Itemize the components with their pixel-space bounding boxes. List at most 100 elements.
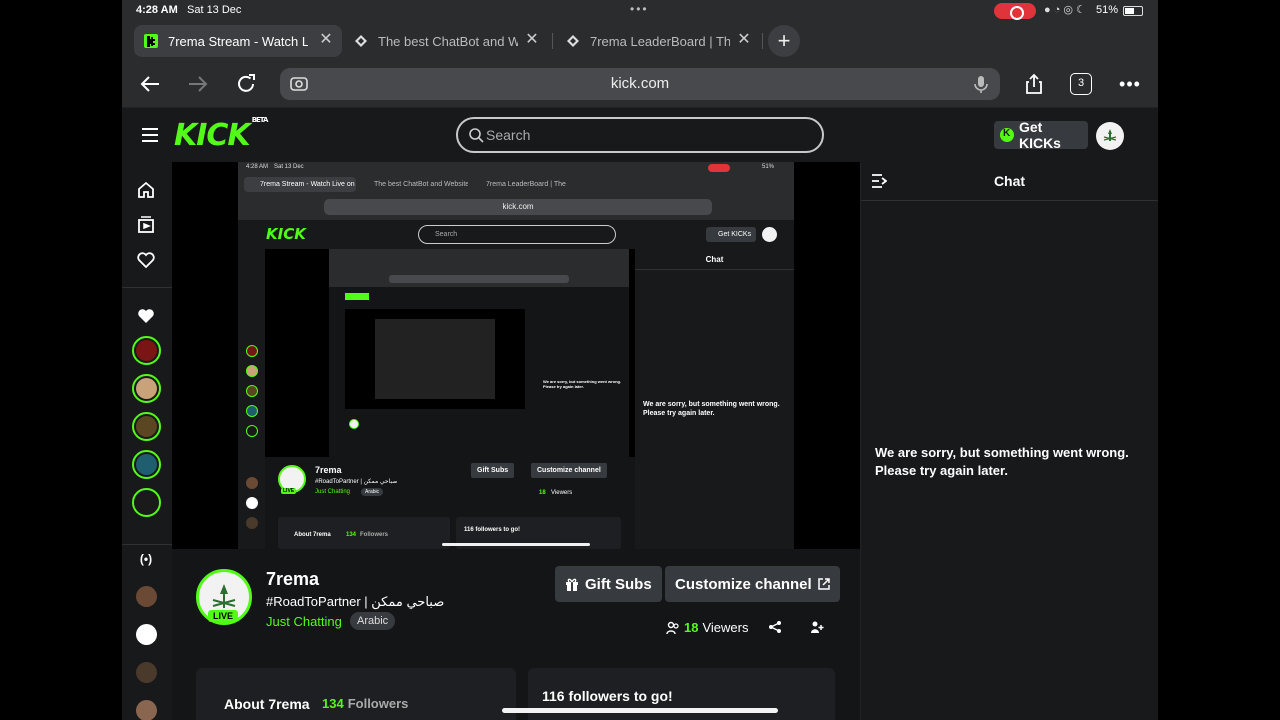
- tab-7rema-stream[interactable]: 7rema Stream - Watch Live on Kick ✕: [134, 25, 342, 57]
- gift-subs-label: Gift Subs: [585, 575, 652, 593]
- video-nested-frame: We are sorry, but something went wrong. …: [329, 249, 629, 457]
- close-tab-icon[interactable]: ✕: [318, 32, 334, 48]
- tab-divider: [552, 33, 553, 49]
- followed-channel-avatar[interactable]: [132, 450, 161, 479]
- nested-chat-error: We are sorry, but something went wrong. …: [543, 379, 622, 389]
- botrix-favicon-icon: [354, 34, 368, 48]
- chat-panel: Chat We are sorry, but something went wr…: [860, 162, 1158, 720]
- video-gift-subs: Gift Subs: [471, 463, 515, 478]
- multitask-dots-icon[interactable]: •••: [630, 2, 649, 16]
- customize-channel-button[interactable]: Customize channel: [665, 566, 840, 602]
- tab-chatbot[interactable]: The best ChatBot and Website ✕: [344, 25, 548, 57]
- recommended-channel-avatar[interactable]: [132, 658, 161, 687]
- search-input[interactable]: Search: [456, 117, 824, 153]
- chat-error-message: We are sorry, but something went wrong. …: [875, 445, 1129, 478]
- share-channel-icon[interactable]: [768, 620, 782, 634]
- video-channel-avatar: [246, 345, 258, 357]
- video-status-bar: 4:28 AM Sat 13 Dec 51%: [238, 162, 794, 174]
- get-kicks-button[interactable]: Get KICKs: [994, 119, 1088, 151]
- kicks-coin-icon: [1000, 128, 1014, 142]
- stream-tag[interactable]: Arabic: [350, 612, 396, 630]
- nested-url-bar: [389, 275, 569, 283]
- video-avatar: [762, 227, 777, 242]
- video-tag: Arabic: [361, 488, 384, 496]
- video-toolbar: kick.com: [238, 194, 794, 220]
- tab-title: 7rema LeaderBoard | The: [590, 33, 730, 49]
- recommended-channel-avatar[interactable]: [132, 620, 161, 649]
- video-goal-text: 116 followers to go!: [464, 527, 521, 533]
- battery-percent: 51%: [1096, 4, 1119, 16]
- stream-video-frame: 4:28 AM Sat 13 Dec 51% 7rema Stream - Wa…: [238, 162, 794, 549]
- about-card: About 7rema 134 Followers: [196, 668, 516, 720]
- reload-icon[interactable]: [232, 70, 260, 98]
- forward-icon[interactable]: [184, 70, 212, 98]
- chat-title: Chat: [993, 173, 1026, 189]
- site-header: KICKBETA Search Get KICKs: [122, 108, 1158, 162]
- screen-record-icon[interactable]: [994, 3, 1036, 20]
- recommended-channel-avatar[interactable]: [132, 696, 161, 720]
- video-player[interactable]: 4:28 AM Sat 13 Dec 51% 7rema Stream - Wa…: [172, 162, 860, 549]
- nested-recursive-frame: [375, 319, 495, 399]
- tab-divider: [762, 33, 763, 49]
- video-customize: Customize channel: [531, 463, 607, 478]
- video-kick-logo: KICK: [266, 225, 306, 243]
- video-record-icon: [708, 164, 730, 172]
- channel-name[interactable]: 7rema: [266, 569, 319, 590]
- viewers-label: Viewers: [702, 620, 749, 635]
- video-nested-player: We are sorry, but something went wrong. …: [265, 249, 635, 457]
- video-chat-error: We are sorry, but something went wrong. …: [643, 401, 780, 417]
- video-channel-avatar: [246, 477, 258, 489]
- tab-leaderboard[interactable]: 7rema LeaderBoard | The ✕: [556, 25, 760, 57]
- following-heart-icon: [136, 306, 156, 326]
- video-home-indicator: [442, 543, 590, 546]
- close-tab-icon[interactable]: ✕: [736, 32, 752, 48]
- video-tab-bar: 7rema Stream - Watch Live on Kick The be…: [238, 174, 794, 194]
- close-tab-icon[interactable]: ✕: [524, 32, 540, 48]
- viewer-count: 18 Viewers: [666, 620, 748, 635]
- video-category: Just Chatting: [315, 489, 351, 495]
- menu-icon[interactable]: [142, 128, 158, 142]
- video-stream-title: #RoadToPartner | صباحي ممكن: [315, 479, 398, 485]
- following-icon[interactable]: [136, 250, 156, 270]
- about-label: About 7rema: [224, 696, 310, 712]
- get-kicks-label: Get KICKs: [1018, 119, 1061, 151]
- microphone-icon[interactable]: [970, 73, 992, 95]
- gift-subs-button[interactable]: Gift Subs: [555, 566, 662, 602]
- more-menu-icon[interactable]: •••: [1116, 70, 1144, 98]
- back-icon[interactable]: [136, 70, 164, 98]
- tab-switcher-button[interactable]: 3: [1070, 73, 1092, 95]
- nested-avatar: [349, 419, 359, 429]
- status-time: 4:28 AM: [136, 4, 178, 16]
- followed-channel-avatar[interactable]: [132, 336, 161, 365]
- viewers-number: 18: [684, 620, 699, 635]
- video-tab: 7rema LeaderBoard | The: [486, 181, 566, 188]
- home-icon[interactable]: [136, 180, 156, 200]
- video-channel-avatar: [246, 385, 258, 397]
- home-indicator[interactable]: [502, 708, 778, 713]
- share-icon[interactable]: [1020, 70, 1048, 98]
- address-bar[interactable]: kick.com: [280, 68, 1000, 100]
- recommended-channel-avatar[interactable]: [132, 582, 161, 611]
- stream-category-link[interactable]: Just Chatting: [266, 614, 342, 629]
- external-link-icon: [817, 578, 830, 590]
- video-status-time: 4:28 AM: [246, 164, 269, 170]
- system-status-icons: ● ◔ ◎ ☾: [1044, 4, 1086, 16]
- live-broadcast-icon: (•): [139, 552, 153, 566]
- kick-favicon-icon: [144, 34, 158, 48]
- user-avatar[interactable]: [1096, 122, 1124, 150]
- video-about-label: About 7rema: [294, 532, 331, 538]
- new-tab-button[interactable]: +: [768, 25, 800, 57]
- sidebar: (•): [122, 162, 172, 720]
- followed-channel-avatar[interactable]: [132, 412, 161, 441]
- video-channel-avatar: [246, 365, 258, 377]
- follow-user-icon[interactable]: [810, 620, 824, 634]
- video-channel-avatar: [246, 497, 258, 509]
- kick-logo[interactable]: KICK BETA: [174, 116, 268, 153]
- browse-icon[interactable]: [136, 215, 156, 235]
- video-channel-info: LIVE 7rema #RoadToPartner | صباحي ممكن J…: [265, 457, 635, 549]
- tab-bar: 7rema Stream - Watch Live on Kick ✕ The …: [122, 22, 1158, 60]
- video-battery: 51%: [762, 164, 775, 170]
- followed-channel-avatar[interactable]: [132, 488, 161, 517]
- nested-kick-logo: [345, 293, 369, 300]
- followed-channel-avatar[interactable]: [132, 374, 161, 403]
